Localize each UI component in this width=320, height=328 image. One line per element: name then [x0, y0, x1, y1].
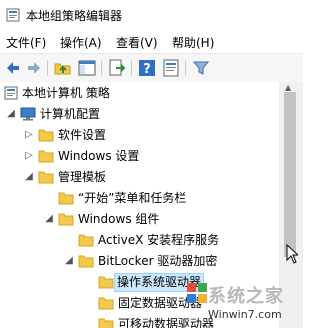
tree-item-bitlocker-drive-encryption[interactable]: ◢ BitLocker 驱动器加密: [0, 251, 279, 272]
folder-icon: [98, 276, 114, 289]
menu-help[interactable]: 帮助(H): [172, 34, 214, 51]
folder-icon: [58, 213, 74, 226]
tree-item-label: 管理模板: [58, 170, 107, 184]
watermark-url: Winwin7.com: [208, 308, 282, 321]
tree-item-software-settings[interactable]: ▷ 软件设置: [0, 125, 279, 146]
folder-icon: [38, 129, 54, 142]
expanded-chevron-icon[interactable]: ◢: [24, 172, 34, 182]
scrollbar-thumb[interactable]: [284, 92, 296, 257]
tree-item-label: 计算机配置: [40, 107, 101, 121]
tree-item-start-menu-taskbar[interactable]: “开始”菜单和任务栏: [0, 188, 279, 209]
collapsed-chevron-icon[interactable]: ▷: [24, 130, 34, 140]
tree-item-windows-components[interactable]: ◢ Windows 组件: [0, 209, 279, 230]
tree-item-label: 软件设置: [58, 128, 107, 142]
watermark: 系统之家 Winwin7.com: [186, 278, 303, 328]
show-hide-tree-icon[interactable]: [77, 58, 97, 78]
scroll-up-arrow-icon[interactable]: ▲: [285, 83, 291, 92]
computer-icon: [20, 107, 36, 121]
export-list-icon[interactable]: [107, 58, 127, 78]
tree-item-administrative-templates[interactable]: ◢ 管理模板: [0, 167, 279, 188]
folder-icon: [58, 192, 74, 205]
policy-icon: [4, 86, 18, 100]
back-icon[interactable]: [3, 58, 23, 78]
title-bar: 本地组策略编辑器: [0, 0, 303, 31]
toolbar: ?: [0, 53, 303, 83]
filter-icon[interactable]: [191, 58, 211, 78]
properties-icon[interactable]: [161, 58, 181, 78]
menu-action[interactable]: 操作(A): [60, 34, 102, 51]
tree-item-label: BitLocker 驱动器加密: [98, 254, 218, 268]
tree-item-label: “开始”菜单和任务栏: [78, 191, 187, 205]
menu-file[interactable]: 文件(F): [6, 34, 46, 51]
toolbar-separator: [47, 60, 48, 76]
tree-item-windows-settings[interactable]: ▷ Windows 设置: [0, 146, 279, 167]
tree-item-local-computer-policy[interactable]: 本地计算机 策略: [0, 83, 279, 104]
toolbar-separator: [185, 60, 186, 76]
policy-app-icon: [6, 8, 20, 22]
forward-icon[interactable]: [24, 58, 44, 78]
watermark-text: 系统之家: [208, 286, 284, 307]
folder-icon: [38, 171, 54, 184]
tree-item-label: Windows 设置: [58, 149, 140, 163]
folder-icon: [98, 318, 114, 328]
window-title: 本地组策略编辑器: [26, 9, 123, 23]
expanded-chevron-icon[interactable]: ◢: [44, 214, 54, 224]
toolbar-separator: [101, 60, 102, 76]
up-folder-icon[interactable]: [53, 58, 73, 78]
tree-item-computer-configuration[interactable]: ◢ 计算机配置: [0, 104, 279, 125]
folder-icon: [78, 255, 94, 268]
mouse-cursor-icon: [286, 244, 298, 264]
tree-item-label: 本地计算机 策略: [22, 86, 110, 100]
menu-bar: 文件(F) 操作(A) 查看(V) 帮助(H): [0, 30, 303, 52]
help-icon[interactable]: ?: [137, 58, 157, 78]
tree-item-activex-installer-service[interactable]: ActiveX 安装程序服务: [0, 230, 279, 251]
folder-icon: [78, 234, 94, 247]
folder-icon: [98, 297, 114, 310]
menu-view[interactable]: 查看(V): [116, 34, 158, 51]
expanded-chevron-icon[interactable]: ◢: [6, 109, 16, 119]
svg-text:?: ?: [143, 62, 151, 77]
tree-item-label: ActiveX 安装程序服务: [98, 233, 220, 247]
toolbar-separator: [131, 60, 132, 76]
collapsed-chevron-icon[interactable]: ▷: [24, 151, 34, 161]
tree-item-label: Windows 组件: [78, 212, 160, 226]
expanded-chevron-icon[interactable]: ◢: [64, 256, 74, 266]
watermark-logo-icon: [187, 283, 207, 303]
folder-icon: [38, 150, 54, 163]
